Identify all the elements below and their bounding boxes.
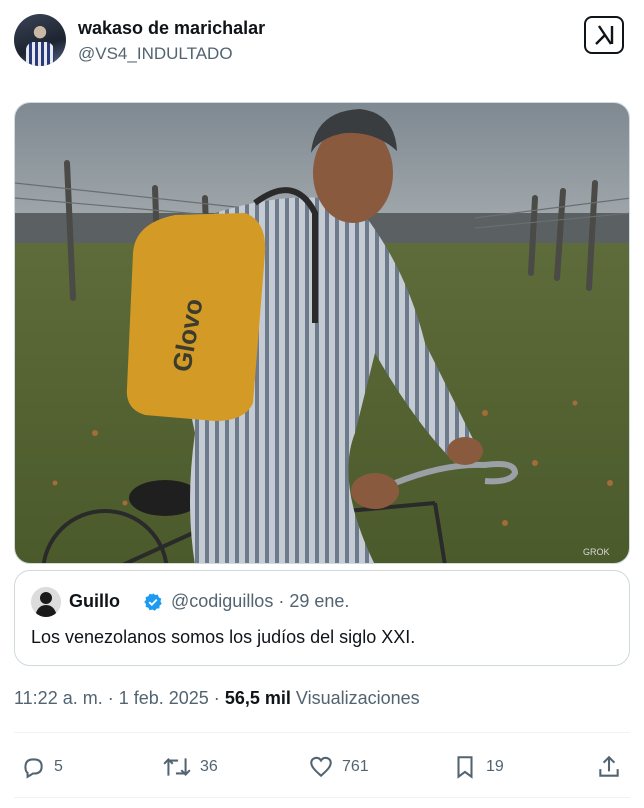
quoted-author-handle[interactable]: @codiguillos <box>171 591 273 611</box>
author-avatar[interactable] <box>14 14 66 66</box>
image-watermark: GROK <box>583 547 610 557</box>
share-button[interactable] <box>596 754 622 780</box>
share-icon <box>599 755 619 777</box>
like-icon <box>310 756 332 778</box>
post-meta: 11:22 a. m. · 1 feb. 2025 · 56,5 mil Vis… <box>14 688 420 709</box>
author-handle[interactable]: @VS4_INDULTADO <box>78 44 233 64</box>
post-time[interactable]: 11:22 a. m. <box>14 688 103 708</box>
reply-button[interactable]: 5 <box>20 754 63 780</box>
divider <box>14 797 630 798</box>
quoted-tweet[interactable]: Guillo @codiguillos · 29 ene. Los venezo… <box>14 570 630 666</box>
author-name[interactable]: wakaso de marichalar <box>78 18 265 39</box>
bookmark-count: 19 <box>486 758 504 775</box>
grok-icon <box>595 25 614 45</box>
views-count: 56,5 mil <box>224 688 291 708</box>
repost-button[interactable]: 36 <box>162 754 218 780</box>
quoted-text: Los venezolanos somos los judíos del sig… <box>31 627 416 647</box>
quoted-meta: @codiguillos · 29 ene. <box>171 591 349 612</box>
repost-count: 36 <box>200 758 218 775</box>
quoted-author-name[interactable]: Guillo <box>69 591 120 612</box>
bookmark-button[interactable]: 19 <box>452 754 504 780</box>
bookmark-icon <box>457 756 473 779</box>
post-header: wakaso de marichalar @VS4_INDULTADO <box>14 14 630 70</box>
quoted-author-avatar[interactable] <box>31 587 61 617</box>
post-image[interactable]: Glovo GROK <box>14 102 630 564</box>
grok-button[interactable] <box>584 16 624 54</box>
quoted-date: · 29 ene. <box>278 591 350 611</box>
post-date[interactable]: · 1 feb. 2025 · <box>108 688 220 708</box>
views-label: Visualizaciones <box>295 688 420 708</box>
divider <box>14 732 630 733</box>
repost-icon <box>163 758 191 776</box>
like-button[interactable]: 761 <box>308 754 369 780</box>
reply-icon <box>24 758 43 779</box>
reply-count: 5 <box>54 758 63 775</box>
action-bar: 5 36 761 19 <box>14 748 630 786</box>
like-count: 761 <box>342 758 369 775</box>
verified-icon <box>144 593 162 611</box>
